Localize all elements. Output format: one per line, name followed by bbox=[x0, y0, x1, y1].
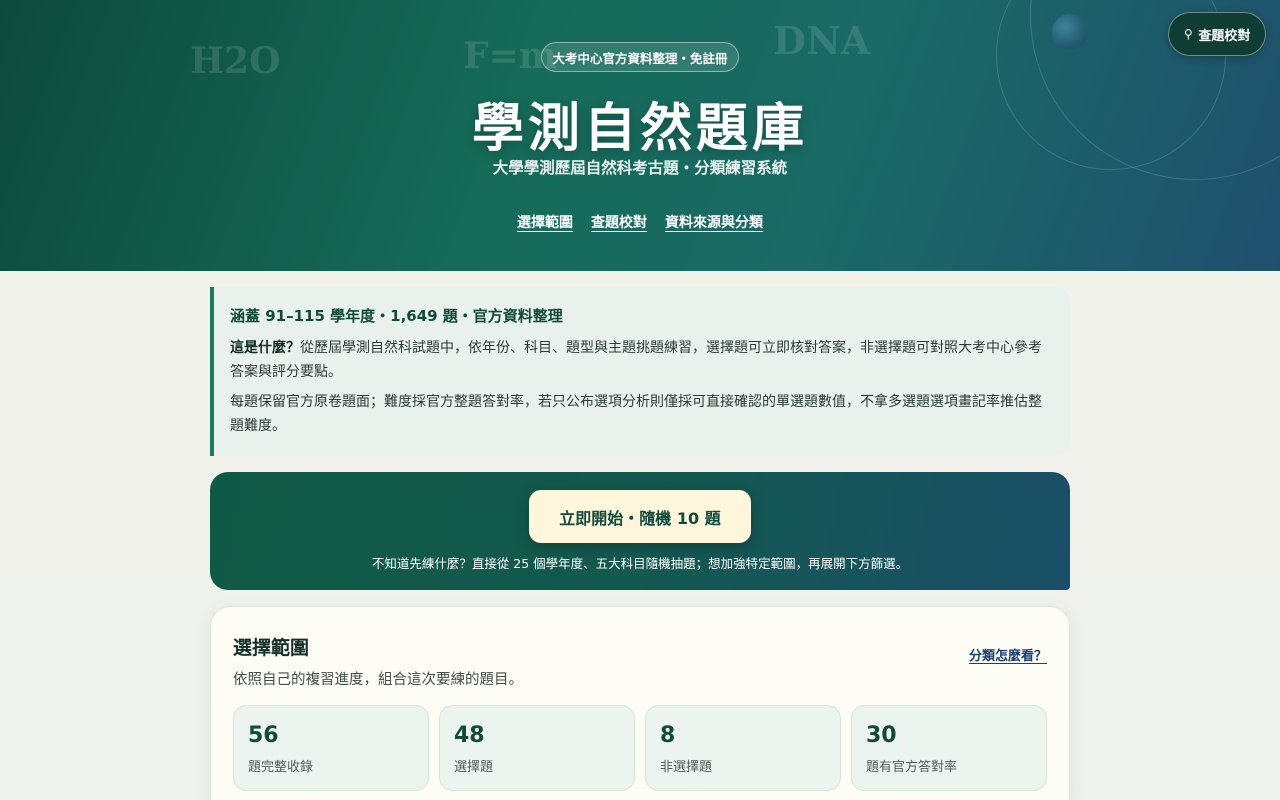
stat-value: 8 bbox=[660, 723, 676, 748]
nav-link-select-range[interactable]: 選擇範圍 bbox=[517, 212, 573, 232]
search-icon: ⚲ bbox=[1183, 27, 1193, 41]
range-panel: 選擇範圍 依照自己的複習進度，組合這次要練的題目。 分類怎麼看？ 56 題完整收… bbox=[210, 606, 1070, 800]
stat-label: 選擇題 bbox=[454, 760, 494, 775]
start-random-button[interactable]: 立即開始・隨機 10 題 bbox=[529, 490, 751, 543]
globe-icon bbox=[1052, 14, 1088, 50]
source-badge: 大考中心官方資料整理・免註冊 bbox=[541, 42, 739, 72]
coverage-headline: 涵蓋 91–115 學年度・1,649 題・官方資料整理 bbox=[230, 307, 563, 325]
hero-nav: 選擇範圍 查題校對 資料來源與分類 bbox=[0, 212, 1280, 232]
info-paragraph: 這是什麼？從歷屆學測自然科試題中，依年份、科目、題型與主題挑題練習，選擇題可立即… bbox=[230, 336, 1052, 384]
stat-card-official-rate: 30 題有官方答對率 bbox=[851, 705, 1047, 791]
quick-start-note: 不知道先練什麼？直接從 25 個學年度、五大科目隨機抽題；想加強特定範圍，再展開… bbox=[371, 556, 909, 571]
page-subtitle: 大學學測歷屆自然科考古題・分類練習系統 bbox=[492, 159, 788, 177]
hero-banner: H2O F=m DNA 大考中心官方資料整理・免註冊 學測自然題庫 大學學測歷屆… bbox=[0, 0, 1280, 271]
h2o-decoration: H2O bbox=[190, 40, 281, 82]
dna-decoration: DNA bbox=[773, 18, 871, 63]
lookup-button-label: 查題校對 bbox=[1198, 28, 1251, 44]
stat-value: 30 bbox=[866, 723, 897, 748]
lookup-button[interactable]: ⚲ 查題校對 bbox=[1168, 12, 1266, 56]
info-text: 從歷屆學測自然科試題中，依年份、科目、題型與主題挑題練習，選擇題可立即核對答案，… bbox=[230, 340, 1042, 380]
stat-value: 56 bbox=[248, 723, 279, 748]
difficulty-paragraph: 每題保留官方原卷題面；難度採官方整題答對率，若只公布選項分析則僅採可直接確認的單… bbox=[230, 394, 1042, 434]
nav-link-lookup[interactable]: 查題校對 bbox=[591, 212, 647, 232]
info-card: 涵蓋 91–115 學年度・1,649 題・官方資料整理 這是什麼？從歷屆學測自… bbox=[210, 287, 1070, 456]
stat-label: 題完整收錄 bbox=[248, 760, 314, 775]
page-title: 學測自然題庫 bbox=[471, 99, 808, 159]
classification-help-link[interactable]: 分類怎麼看？ bbox=[969, 645, 1047, 664]
stat-label: 非選擇題 bbox=[660, 760, 713, 775]
stat-card-total: 56 題完整收錄 bbox=[233, 705, 429, 791]
stats-row: 56 題完整收錄 48 選擇題 8 非選擇題 30 題有官方答對率 bbox=[233, 705, 1047, 791]
range-title: 選擇範圍 bbox=[233, 637, 310, 659]
quick-start-card: 立即開始・隨機 10 題 不知道先練什麼？直接從 25 個學年度、五大科目隨機抽… bbox=[210, 472, 1070, 590]
stat-label: 題有官方答對率 bbox=[866, 760, 958, 775]
stat-value: 48 bbox=[454, 723, 485, 748]
stat-card-non-choice: 8 非選擇題 bbox=[645, 705, 841, 791]
stat-card-multiple-choice: 48 選擇題 bbox=[439, 705, 635, 791]
info-question: 這是什麼？ bbox=[230, 340, 300, 356]
nav-link-sources[interactable]: 資料來源與分類 bbox=[665, 212, 763, 232]
range-subtitle: 依照自己的複習進度，組合這次要練的題目。 bbox=[233, 672, 523, 688]
